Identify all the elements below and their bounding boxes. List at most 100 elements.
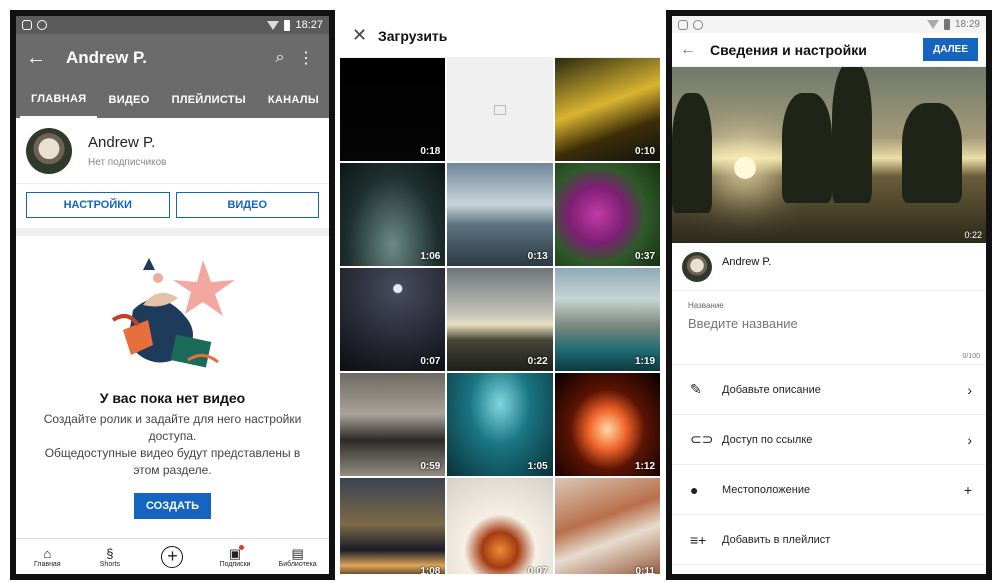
title-label: Название (688, 301, 724, 310)
video-thumbnail[interactable]: 0:07 (447, 478, 553, 574)
video-thumbnail[interactable]: 0:13 (447, 163, 553, 266)
video-thumbnail[interactable]: 0:37 (554, 163, 660, 266)
video-duration: 0:07 (527, 566, 548, 574)
video-duration: 0:07 (420, 356, 441, 367)
video-grid: 0:18 0:10 1:06 0:13 0:37 0:07 0:22 1:19 0:59 1:05… (340, 58, 660, 574)
nav-subscriptions[interactable]: ▣ Подписки (209, 544, 261, 568)
skype-icon (693, 19, 703, 30)
tab-home[interactable]: ГЛАВНАЯ (20, 82, 98, 118)
details-screen: 18:29 ← Сведения и настройки ДАЛЕЕ 0:22 … (666, 10, 992, 580)
status-bar: 18:29 (672, 16, 986, 33)
next-button[interactable]: ДАЛЕЕ (923, 38, 978, 61)
settings-row[interactable]: ≡+ Добавить в плейлист (672, 515, 986, 565)
upload-title: Загрузить (378, 27, 448, 44)
video-duration: 1:06 (420, 251, 441, 262)
channel-title: Andrew P. (66, 48, 147, 67)
upload-screen: ✕ Загрузить 0:18 0:10 1:06 0:13 0:37 0:07 0:22… (340, 14, 660, 574)
avatar (26, 127, 72, 174)
nav-library[interactable]: ▤ Библиотека (272, 546, 324, 568)
video-thumbnail[interactable]: 1:05 (447, 373, 553, 476)
details-app-bar: ← Сведения и настройки ДАЛЕЕ (672, 33, 986, 67)
profile-actions: НАСТРОЙКИ ВИДЕО (16, 184, 329, 236)
preview-tree (782, 93, 832, 203)
nav-label: Главная (33, 560, 61, 568)
bottom-nav: ⌂ Главная § Shorts + ▣ Подписки ▤ Библиотека (16, 538, 329, 574)
battery-icon (284, 19, 291, 31)
pencil-icon: ✎ (690, 381, 702, 397)
link-icon: ⊂⊃ (690, 431, 714, 447)
video-duration: 0:22 (527, 356, 548, 367)
video-duration: 1:05 (527, 461, 548, 472)
nav-shorts[interactable]: § Shorts (84, 546, 136, 568)
settings-list: ✎ Добавьте описание › ⊂⊃ Доступ по ссылке › ● М… (672, 365, 986, 565)
nav-label: Shorts (99, 560, 120, 568)
video-thumbnail[interactable]: 1:08 (340, 478, 446, 574)
preview-tree (832, 67, 872, 203)
image-placeholder-icon (493, 104, 506, 115)
app-bar: ← Andrew P. ⌕ ⋮ (16, 34, 329, 82)
preview-duration: 0:22 (964, 230, 982, 240)
more-vert-icon[interactable]: ⋮ (293, 48, 319, 68)
profile-header: Andrew P. Нет подписчиков (16, 118, 329, 184)
empty-line: доступа. (148, 429, 197, 443)
subscriptions-icon: ▣ (228, 544, 245, 561)
instagram-icon (678, 19, 688, 30)
video-thumbnail[interactable]: 0:11 (554, 478, 660, 574)
close-icon[interactable]: ✕ (352, 25, 378, 46)
video-duration: 0:13 (527, 251, 548, 262)
video-thumbnail[interactable]: 0:18 (340, 58, 446, 161)
playlist-add-icon: ≡+ (690, 531, 707, 548)
settings-row[interactable]: ✎ Добавьте описание › (672, 365, 986, 415)
nav-create[interactable]: + (146, 545, 198, 568)
create-button[interactable]: СОЗДАТЬ (134, 493, 211, 519)
channel-screen: 18:27 ← Andrew P. ⌕ ⋮ ГЛАВНАЯ ВИДЕО ПЛЕЙ… (10, 10, 335, 580)
settings-button[interactable]: НАСТРОЙКИ (26, 192, 170, 218)
plus-icon: + (963, 481, 972, 498)
video-duration: 0:10 (634, 146, 655, 157)
tab-channels[interactable]: КАНАЛЫ (257, 82, 329, 118)
wifi-icon (267, 20, 280, 30)
back-arrow-icon[interactable]: ← (26, 47, 66, 70)
details-title: Сведения и настройки (710, 41, 867, 58)
video-button[interactable]: ВИДЕО (175, 192, 319, 218)
settings-row[interactable]: ⊂⊃ Доступ по ссылке › (672, 415, 986, 465)
video-preview[interactable]: 0:22 (672, 67, 986, 243)
nav-home[interactable]: ⌂ Главная (21, 546, 73, 568)
video-thumbnail[interactable]: 0:07 (340, 268, 446, 371)
back-arrow-icon[interactable]: ← (680, 41, 710, 59)
search-icon[interactable]: ⌕ (267, 49, 293, 67)
settings-row[interactable]: ● Местоположение + (672, 465, 986, 515)
wifi-icon (926, 20, 939, 29)
preview-tree (672, 93, 712, 213)
title-field: Название 0/100 (672, 291, 986, 365)
title-input[interactable] (688, 316, 970, 331)
status-time: 18:29 (954, 19, 980, 30)
channel-tabs: ГЛАВНАЯ ВИДЕО ПЛЕЙЛИСТЫ КАНАЛЫ О (16, 82, 329, 118)
title-counter: 0/100 (962, 353, 980, 360)
home-icon: ⌂ (43, 545, 52, 561)
author-name: Andrew P. (722, 255, 772, 268)
avatar (682, 251, 712, 282)
tab-playlists[interactable]: ПЛЕЙЛИСТЫ (161, 82, 257, 118)
settings-row-label: Добавить в плейлист (722, 533, 831, 546)
video-thumbnail[interactable]: 0:59 (340, 373, 446, 476)
video-duration: 1:19 (634, 356, 655, 367)
video-thumbnail[interactable]: 0:10 (554, 58, 660, 161)
nav-label: Подписки (219, 560, 251, 568)
video-thumbnail[interactable] (447, 58, 553, 161)
video-thumbnail[interactable]: 0:22 (447, 268, 553, 371)
video-thumbnail[interactable]: 1:12 (554, 373, 660, 476)
empty-line: Создайте ролик и задайте для него настро… (43, 412, 302, 426)
video-duration: 0:37 (634, 251, 655, 262)
video-thumbnail[interactable]: 1:19 (554, 268, 660, 371)
skype-icon (37, 20, 47, 30)
author-row: Andrew P. (672, 243, 986, 291)
library-icon: ▤ (291, 545, 304, 561)
video-thumbnail[interactable]: 1:06 (340, 163, 446, 266)
status-time: 18:27 (295, 19, 323, 31)
empty-line: этом разделе. (133, 463, 212, 477)
empty-state: У вас пока нет видео Создайте ролик и за… (16, 236, 329, 519)
tab-videos[interactable]: ВИДЕО (97, 82, 160, 118)
instagram-icon (22, 20, 32, 30)
video-duration: 1:08 (420, 566, 441, 574)
